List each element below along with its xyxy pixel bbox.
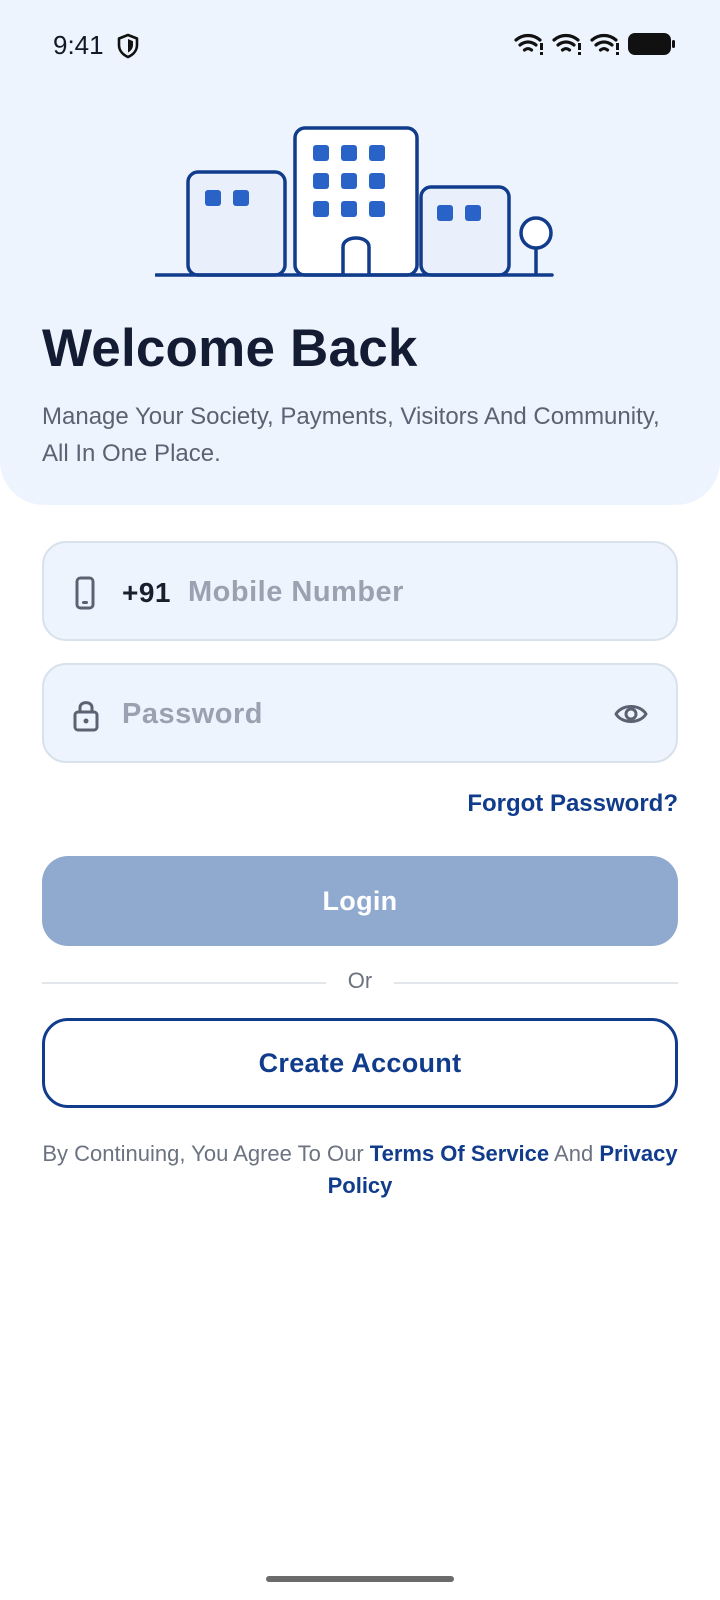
country-code[interactable]: +91 bbox=[122, 577, 171, 609]
buildings-illustration bbox=[155, 126, 554, 277]
or-divider: Or bbox=[42, 968, 678, 998]
battery-icon bbox=[628, 33, 675, 55]
wifi-icon bbox=[552, 33, 581, 55]
header-panel: 9:41 Welcome Back Manage Your Society, P… bbox=[0, 0, 720, 505]
legal-prefix: By Continuing, You Agree To Our bbox=[42, 1141, 364, 1166]
divider-label: Or bbox=[347, 968, 373, 993]
status-icons bbox=[514, 32, 676, 56]
login-screen: 9:41 Welcome Back Manage Your Society, P… bbox=[0, 0, 720, 1600]
legal-middle: And bbox=[554, 1141, 594, 1166]
wifi-icon bbox=[514, 33, 543, 55]
mobile-number-input[interactable] bbox=[188, 569, 648, 615]
eye-icon[interactable] bbox=[614, 699, 648, 729]
page-title: Welcome Back bbox=[42, 319, 418, 378]
status-time: 9:41 bbox=[53, 30, 104, 60]
password-input[interactable] bbox=[122, 691, 582, 737]
password-field[interactable] bbox=[42, 663, 678, 763]
phone-icon bbox=[75, 576, 95, 610]
shield-icon bbox=[117, 33, 139, 59]
lock-icon bbox=[73, 701, 99, 732]
login-button[interactable]: Login bbox=[42, 856, 678, 946]
divider-line bbox=[394, 982, 678, 984]
wifi-icon bbox=[590, 33, 619, 55]
forgot-password-link[interactable]: Forgot Password? bbox=[467, 790, 678, 818]
terms-of-service-link[interactable]: Terms Of Service bbox=[370, 1141, 549, 1166]
legal-notice: By Continuing, You Agree To Our Terms Of… bbox=[30, 1138, 690, 1202]
mobile-number-field[interactable]: +91 bbox=[42, 541, 678, 641]
create-account-button[interactable]: Create Account bbox=[42, 1018, 678, 1108]
home-indicator[interactable] bbox=[266, 1576, 454, 1582]
page-subtitle: Manage Your Society, Payments, Visitors … bbox=[42, 403, 660, 467]
